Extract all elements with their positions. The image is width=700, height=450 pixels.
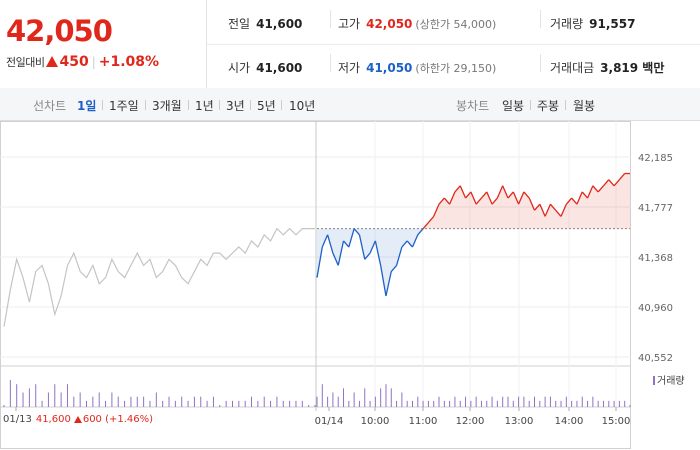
divider bbox=[540, 10, 541, 28]
tab-divider bbox=[530, 100, 531, 110]
down-area bbox=[396, 228, 402, 266]
up-area bbox=[539, 204, 546, 229]
tab-1week[interactable]: 1주일 bbox=[109, 97, 139, 114]
trade-value-label: 거래대금 bbox=[550, 61, 595, 75]
x-tick-label: 11:00 bbox=[409, 416, 438, 427]
change-divider: | bbox=[91, 55, 96, 69]
price-chart: 42,185 41,777 41,368 40,960 40,552 01/14 10:00… bbox=[0, 121, 700, 450]
stat-open: 시가 41,600 bbox=[228, 59, 302, 76]
stat-volume: 거래량 91,557 bbox=[550, 15, 635, 32]
tab-divider bbox=[250, 100, 251, 110]
prev-day-change-amount: 600 bbox=[82, 414, 102, 425]
volume-label: 거래량 bbox=[550, 17, 584, 31]
divider bbox=[330, 10, 331, 28]
down-area bbox=[380, 228, 386, 297]
prev-day-price: 41,600 bbox=[35, 414, 71, 425]
x-tick-label: 13:00 bbox=[505, 416, 534, 427]
tab-divider bbox=[102, 100, 103, 110]
tab-3year[interactable]: 3년 bbox=[226, 97, 245, 114]
tab-1year[interactable]: 1년 bbox=[195, 97, 214, 114]
y-tick-label: 40,552 bbox=[638, 353, 673, 364]
stock-summary: 42,050 전일대비 450 | +1.08% 전일 41,600 고가 42,050(… bbox=[0, 0, 700, 89]
tab-divider bbox=[219, 100, 220, 110]
change-rate: +1.08% bbox=[98, 54, 160, 70]
up-arrow-icon bbox=[46, 56, 59, 67]
stat-prev-close: 전일 41,600 bbox=[228, 15, 302, 32]
change-label: 전일대비 bbox=[6, 56, 45, 69]
stat-low: 저가 41,050 (하한가 29,150) bbox=[338, 59, 496, 76]
stat-trade-value: 거래대금 3,819 백만 bbox=[550, 59, 664, 76]
down-area bbox=[391, 228, 397, 272]
x-tick-label: 10:00 bbox=[361, 416, 390, 427]
x-tick-label: 12:00 bbox=[456, 416, 485, 427]
up-area bbox=[592, 185, 599, 229]
tab-10year[interactable]: 10년 bbox=[289, 97, 315, 114]
upper-limit: (상한가 54,000) bbox=[415, 18, 497, 31]
row-divider bbox=[207, 44, 700, 45]
up-area bbox=[624, 173, 630, 229]
prev-day-change-rate: (+1.46%) bbox=[105, 414, 154, 425]
tab-1day[interactable]: 1일 bbox=[77, 97, 96, 114]
previous-day-info: 01/13 41,600 600 (+1.46%) bbox=[3, 414, 153, 425]
x-tick-label: 01/14 bbox=[315, 416, 344, 427]
change-amount: 450 bbox=[59, 54, 89, 70]
y-tick-label: 41,777 bbox=[638, 203, 673, 214]
divider bbox=[540, 54, 541, 72]
candle-chart-label: 봉차트 bbox=[456, 99, 490, 113]
tab-weekly-candle[interactable]: 주봉 bbox=[537, 97, 559, 114]
x-tick-label: 15:00 bbox=[602, 416, 631, 427]
volume-swatch bbox=[653, 376, 655, 385]
volume-legend-label: 거래량 bbox=[657, 376, 685, 387]
x-tick-label: 14:00 bbox=[555, 416, 584, 427]
prev-day-change: 600 (+1.46%) bbox=[71, 414, 153, 425]
open-value: 41,600 bbox=[256, 61, 303, 75]
previous-day-series bbox=[3, 227, 315, 327]
line-chart-label: 선차트 bbox=[33, 99, 67, 113]
tab-divider bbox=[145, 100, 146, 110]
change-row: 전일대비 450 | +1.08% bbox=[6, 54, 159, 70]
tab-divider bbox=[188, 100, 189, 110]
up-area bbox=[433, 204, 440, 229]
y-tick-label: 40,960 bbox=[638, 303, 673, 314]
tab-divider bbox=[565, 100, 566, 110]
up-area bbox=[608, 179, 615, 229]
chart-period-tabs: 선차트 1일 1주일 3개월 1년 3년 5년 10년 봉차트 일봉 주봉 월봉 bbox=[0, 88, 700, 121]
prev-close-value: 41,600 bbox=[256, 17, 303, 31]
low-label: 저가 bbox=[338, 61, 361, 75]
high-value: 42,050 bbox=[366, 17, 413, 31]
volume-value: 91,557 bbox=[589, 17, 636, 31]
tab-3month[interactable]: 3개월 bbox=[152, 97, 182, 114]
up-area bbox=[619, 173, 625, 229]
up-area bbox=[598, 185, 604, 229]
low-value: 41,050 bbox=[366, 61, 413, 75]
prev-day-date: 01/13 bbox=[3, 414, 32, 425]
trade-value: 3,819 백만 bbox=[600, 61, 665, 75]
y-tick-label: 42,185 bbox=[638, 153, 673, 164]
price-box: 42,050 전일대비 450 | +1.08% bbox=[0, 0, 207, 88]
tab-divider bbox=[281, 100, 282, 110]
chart-canvas: 42,185 41,777 41,368 40,960 40,552 01/14 10:00… bbox=[0, 121, 673, 449]
lower-limit: (하한가 29,150) bbox=[415, 62, 497, 75]
stat-high: 고가 42,050 (상한가 54,000) bbox=[338, 15, 496, 32]
up-area bbox=[614, 179, 620, 229]
tab-monthly-candle[interactable]: 월봉 bbox=[573, 97, 595, 114]
tab-daily-candle[interactable]: 일봉 bbox=[502, 97, 524, 114]
up-arrow-icon bbox=[73, 416, 82, 423]
y-tick-label: 41,368 bbox=[638, 253, 673, 264]
volume-legend: 거래량 bbox=[653, 372, 685, 387]
up-area bbox=[545, 204, 551, 229]
up-area bbox=[603, 179, 609, 229]
divider bbox=[330, 54, 331, 72]
tab-5year[interactable]: 5년 bbox=[257, 97, 276, 114]
up-area bbox=[561, 204, 567, 229]
up-area bbox=[454, 185, 461, 229]
current-price: 42,050 bbox=[6, 14, 113, 48]
open-label: 시가 bbox=[228, 61, 251, 75]
high-label: 고가 bbox=[338, 17, 361, 31]
prev-close-label: 전일 bbox=[228, 17, 251, 31]
